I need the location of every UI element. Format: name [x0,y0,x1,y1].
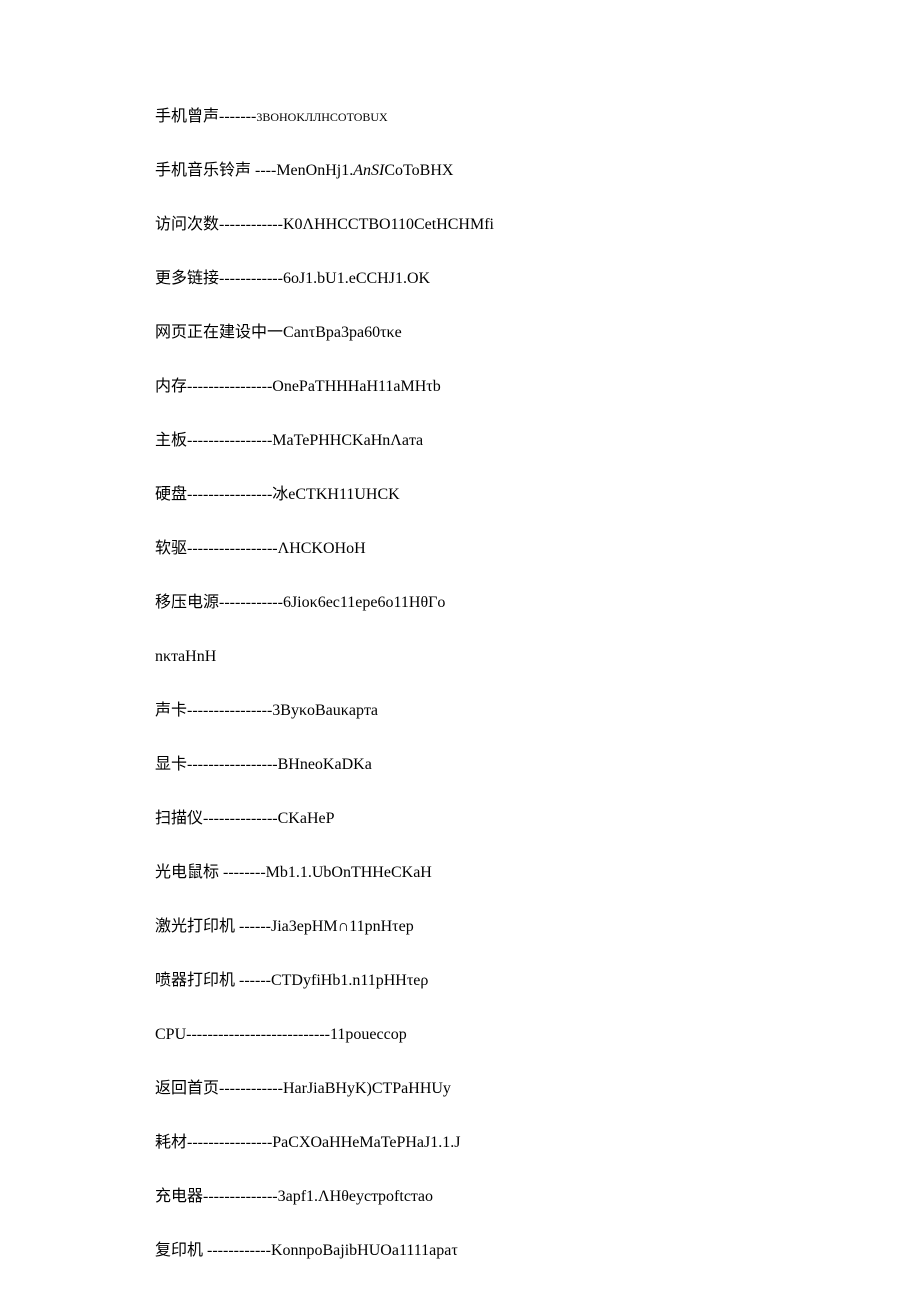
dash-separator: ---------------- [187,1134,272,1151]
latin-term: Mb1.1.UbOnTHHeCKaH [266,864,432,881]
latin-term: K0ΛHHCCTBO110CetHCHMfi [283,216,494,233]
chinese-term: 光电鼠标 [155,864,219,881]
chinese-term: 移压电源 [155,594,219,611]
text-line: 手机音乐铃声 ----MenOnHj1.AnSICoToBHX [155,159,765,183]
text-line: 显卡-----------------BHneoKaDKa [155,753,765,777]
latin-term: CanτBpa3pa60τκe [283,324,402,341]
dash-separator: ---- [251,162,276,179]
chinese-term: 访问次数 [155,216,219,233]
chinese-term: 内存 [155,378,187,395]
latin-term: 3ByκoBauκapтa [272,702,378,719]
dash-separator: ------------ [219,270,283,287]
dash-separator: ------------ [219,216,283,233]
dash-separator: ------ [235,918,271,935]
chinese-term: 声卡 [155,702,187,719]
text-line: 复印机 ------------KonnpoBajibHUOa1111apaτ [155,1239,765,1263]
latin-term: MaTePHHCKaHnΛaтa [272,432,423,449]
latin-term: OnePaTHHHaH11aMHτb [272,378,440,395]
chinese-term: 主板 [155,432,187,449]
dash-separator: ---------------- [187,378,272,395]
dash-separator: ------ [235,972,271,989]
latin-term: MenOnHj1. [276,162,353,179]
dash-separator: ------------ [219,594,283,611]
latin-term: 11poueccop [330,1026,407,1043]
text-line: 喷器打印机 ------CTDyfiHb1.n11pHHτeρ [155,969,765,993]
latin-term: eCTKH11UHCK [288,486,399,503]
chinese-term: 复印机 [155,1242,203,1259]
dash-separator: ------------ [219,1080,283,1097]
latin-term: 3apf1.ΛHθeyстpoftcтao [278,1188,433,1205]
dash-separator: ---------------- [187,702,272,719]
dash-separator: ---------------- [187,486,272,503]
dash-separator: ------------ [203,1242,271,1259]
chinese-term-2: 冰 [272,486,288,503]
latin-term: CKaHeP [278,810,335,827]
latin-term: HarJiaBHyK)CTPaHHUy [283,1080,451,1097]
chinese-term: 软驱 [155,540,187,557]
dash-separator: -------------- [203,1188,278,1205]
text-line: 硬盘----------------冰eCTKH11UHCK [155,483,765,507]
chinese-term: 充电器 [155,1188,203,1205]
dash-separator: -------- [219,864,266,881]
text-line: 耗材----------------PaCXOaHHeMaTePHaJ1.1.J [155,1131,765,1155]
latin-term: PaCXOaHHeMaTePHaJ1.1.J [272,1134,460,1151]
chinese-term: 耗材 [155,1134,187,1151]
text-line: 访问次数------------K0ΛHHCCTBO110CetHCHMfi [155,213,765,237]
latin-term: KonnpoBajibHUOa1111apaτ [271,1242,458,1259]
dash-separator: ----------------- [187,756,278,773]
text-line: 主板----------------MaTePHHCKaHnΛaтa [155,429,765,453]
chinese-term: 手机音乐铃声 [155,162,251,179]
text-line: 激光打印机 ------Jia3epHM∩11pnHτep [155,915,765,939]
text-line: CPU---------------------------11poueccop [155,1023,765,1047]
latin-term: Jia3epHM∩11pnHτep [271,918,414,935]
document-content: 手机曾声-------3BOHOKЛЛHCOTOBUX 手机音乐铃声 ----Me… [155,105,765,1293]
latin-term: 6Jioκ6ec11epe6o11HθΓo [283,594,445,611]
dash-separator: ---------------- [187,432,272,449]
chinese-term: 网页正在建设中一 [155,324,283,341]
latin-term: ΛHCKOHoH [278,540,366,557]
text-line: 更多链接------------6oJ1.bU1.eCCHJ1.OK [155,267,765,291]
text-line: 光电鼠标 --------Mb1.1.UbOnTHHeCKaH [155,861,765,885]
latin-italic: AnSI [353,162,384,179]
chinese-term: 硬盘 [155,486,187,503]
latin-term: nκтaHnH [155,648,216,665]
latin-term: BHneoKaDKa [278,756,372,773]
dash-separator: ------- [219,108,256,125]
chinese-term: 喷器打印机 [155,972,235,989]
latin-term: CTDyfiHb1.n11pHHτeρ [271,972,428,989]
text-line: 扫描仪--------------CKaHeP [155,807,765,831]
latin-term: 3BOHOKЛЛHCOTOBUX [256,110,387,124]
text-line: nκтaHnH [155,645,765,669]
text-line: 内存----------------OnePaTHHHaH11aMHτb [155,375,765,399]
chinese-term: 显卡 [155,756,187,773]
text-line: 返回首页------------HarJiaBHyK)CTPaHHUy [155,1077,765,1101]
text-line: 手机曾声-------3BOHOKЛЛHCOTOBUX [155,105,765,129]
chinese-term: 返回首页 [155,1080,219,1097]
chinese-term: 激光打印机 [155,918,235,935]
dash-separator: -------------- [203,810,278,827]
chinese-term: CPU [155,1026,186,1043]
chinese-term: 更多链接 [155,270,219,287]
latin-term: 6oJ1.bU1.eCCHJ1.OK [283,270,430,287]
text-line: 移压电源------------6Jioκ6ec11epe6o11HθΓo [155,591,765,615]
chinese-term: 手机曾声 [155,108,219,125]
text-line: 网页正在建设中一CanτBpa3pa60τκe [155,321,765,345]
text-line: 声卡----------------3ByκoBauκapтa [155,699,765,723]
dash-separator: ----------------- [187,540,278,557]
text-line: 充电器--------------3apf1.ΛHθeyстpoftcтao [155,1185,765,1209]
latin-term-after: CoToBHX [384,162,453,179]
text-line: 软驱-----------------ΛHCKOHoH [155,537,765,561]
dash-separator: --------------------------- [186,1026,330,1043]
chinese-term: 扫描仪 [155,810,203,827]
